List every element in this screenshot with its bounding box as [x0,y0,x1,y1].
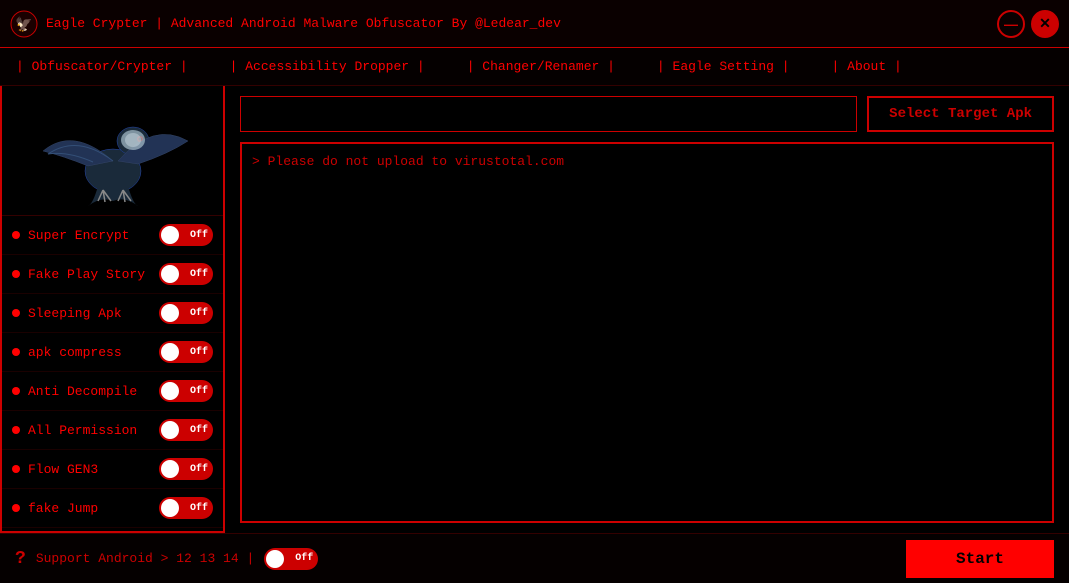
nav-about[interactable]: | About | [826,55,908,78]
toggle-knob [161,343,179,361]
sidebar-item-enable-junk: Enable Junk Off [2,528,223,533]
toggle-label-super-encrypt: Off [190,230,208,241]
android-support-label: Support Android > 12 13 14 | [36,551,254,566]
titlebar: 🦅 Eagle Crypter | Advanced Android Malwa… [0,0,1069,48]
sidebar-item-super-encrypt: Super Encrypt Off [2,216,223,255]
bottombar: ? Support Android > 12 13 14 | Off Start [0,533,1069,583]
item-label-anti-decompile: Anti Decompile [28,384,137,399]
item-label-fake-jump: fake Jump [28,501,98,516]
minimize-button[interactable]: — [997,10,1025,38]
item-label-flow-gen3: Flow GEN3 [28,462,98,477]
bottom-left: ? Support Android > 12 13 14 | Off [15,548,318,570]
nav-accessibility[interactable]: | Accessibility Dropper | [224,55,431,78]
nav-obfuscator[interactable]: | Obfuscator/Crypter | [10,55,194,78]
toggle-label-all-permission: Off [190,425,208,436]
app-title: Eagle Crypter | Advanced Android Malware… [46,16,561,31]
dot-icon [12,309,20,317]
toggle-label-fake-play-story: Off [190,269,208,280]
toggle-label-flow-gen3: Off [190,464,208,475]
toggle-label-sleeping-apk: Off [190,308,208,319]
titlebar-left: 🦅 Eagle Crypter | Advanced Android Malwa… [10,10,561,38]
toggle-knob [161,265,179,283]
select-apk-button[interactable]: Select Target Apk [867,96,1054,132]
item-label-apk-compress: apk compress [28,345,122,360]
item-label-super-encrypt: Super Encrypt [28,228,129,243]
sidebar-item-fake-play-story: Fake Play Story Off [2,255,223,294]
navbar: | Obfuscator/Crypter | | Accessibility D… [0,48,1069,86]
sidebar: Super Encrypt Off Fake Play Story Off Sl… [0,86,225,533]
start-button[interactable]: Start [906,540,1054,578]
toggle-knob [266,550,284,568]
output-text: > Please do not upload to virustotal.com [252,154,564,169]
dot-icon [12,426,20,434]
toggle-flow-gen3[interactable]: Off [159,458,213,480]
toggle-label-fake-jump: Off [190,503,208,514]
file-path-input[interactable] [240,96,857,132]
android-toggle[interactable]: Off [264,548,318,570]
sidebar-item-anti-decompile: Anti Decompile Off [2,372,223,411]
toggle-anti-decompile[interactable]: Off [159,380,213,402]
output-area: > Please do not upload to virustotal.com [240,142,1054,523]
toggle-apk-compress[interactable]: Off [159,341,213,363]
close-button[interactable]: ✕ [1031,10,1059,38]
toggle-knob [161,499,179,517]
eagle-logo [33,96,193,206]
sidebar-item-flow-gen3: Flow GEN3 Off [2,450,223,489]
sidebar-item-all-permission: All Permission Off [2,411,223,450]
file-row: Select Target Apk [240,96,1054,132]
sidebar-item-fake-jump: fake Jump Off [2,489,223,528]
toggle-knob [161,421,179,439]
sidebar-item-apk-compress: apk compress Off [2,333,223,372]
nav-changer[interactable]: | Changer/Renamer | [461,55,621,78]
toggle-fake-jump[interactable]: Off [159,497,213,519]
toggle-knob [161,226,179,244]
window-controls: — ✕ [997,10,1059,38]
nav-eagle-setting[interactable]: | Eagle Setting | [651,55,796,78]
dot-icon [12,231,20,239]
main-layout: Super Encrypt Off Fake Play Story Off Sl… [0,86,1069,533]
toggle-all-permission[interactable]: Off [159,419,213,441]
dot-icon [12,348,20,356]
item-label-fake-play-story: Fake Play Story [28,267,145,282]
sidebar-logo [2,86,223,216]
item-label-all-permission: All Permission [28,423,137,438]
content-area: Select Target Apk > Please do not upload… [225,86,1069,533]
dot-icon [12,270,20,278]
item-label-sleeping-apk: Sleeping Apk [28,306,122,321]
toggle-label-anti-decompile: Off [190,386,208,397]
dot-icon [12,504,20,512]
toggle-label-android: Off [295,553,313,564]
svg-text:🦅: 🦅 [15,15,32,34]
toggle-knob [161,382,179,400]
toggle-knob [161,460,179,478]
toggle-label-apk-compress: Off [190,347,208,358]
toggle-knob [161,304,179,322]
toggle-fake-play-story[interactable]: Off [159,263,213,285]
dot-icon [12,387,20,395]
sidebar-item-sleeping-apk: Sleeping Apk Off [2,294,223,333]
toggle-sleeping-apk[interactable]: Off [159,302,213,324]
help-icon[interactable]: ? [15,549,26,569]
toggle-super-encrypt[interactable]: Off [159,224,213,246]
app-icon: 🦅 [10,10,38,38]
dot-icon [12,465,20,473]
